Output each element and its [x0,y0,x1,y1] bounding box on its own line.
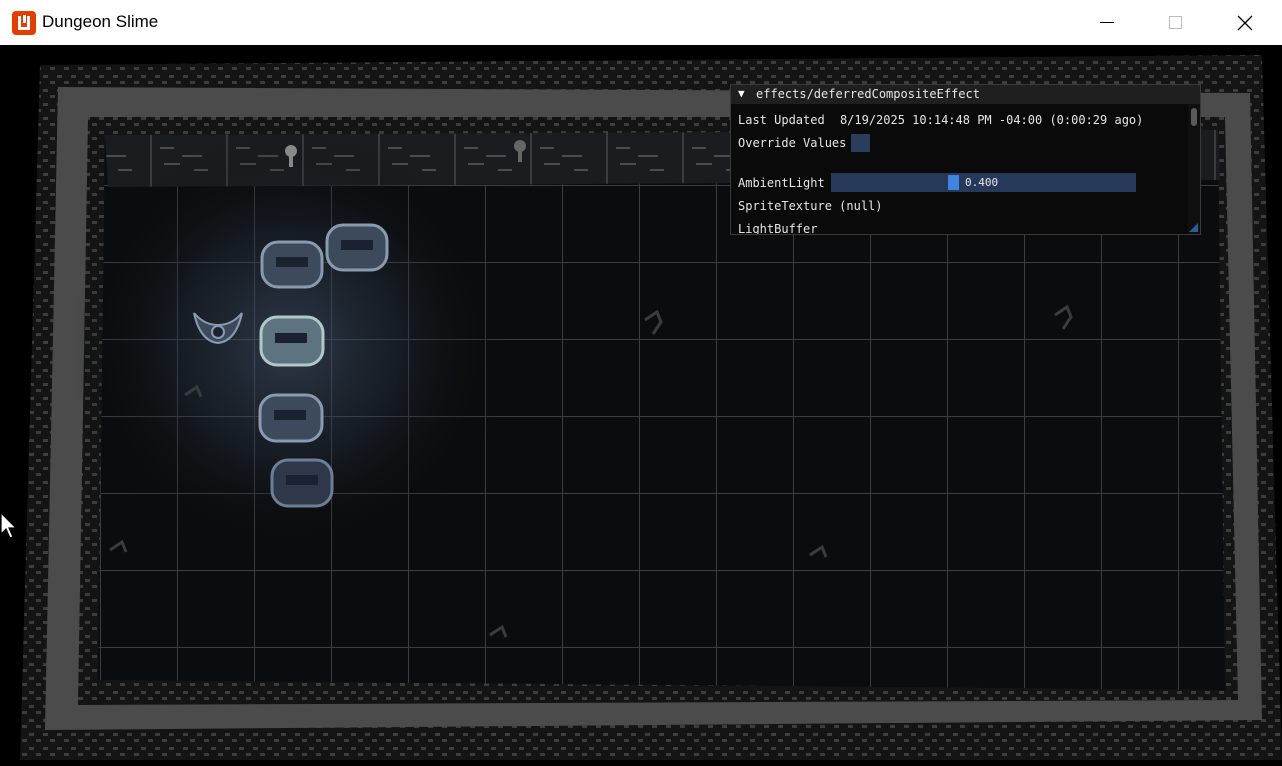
collapse-arrow-icon[interactable]: ▼ [738,87,745,100]
minimize-button[interactable] [1084,0,1130,45]
slider-grab-handle[interactable] [948,175,959,190]
slime-segment [258,393,324,443]
panel-header[interactable]: ▼ effects/deferredCompositeEffect [731,85,1200,104]
mouse-cursor-icon [0,512,18,539]
window-title: Dungeon Slime [42,12,159,31]
slime-segment [270,458,334,508]
maximize-button[interactable] [1152,0,1198,45]
scrollbar-thumb[interactable] [1191,108,1197,126]
panel-scrollbar[interactable] [1188,104,1200,234]
monogame-logo-icon [12,11,36,35]
close-button[interactable] [1222,0,1268,45]
resize-grip-icon[interactable] [1189,223,1198,232]
last-updated-label: Last Updated [738,113,825,127]
ambient-light-value: 0.400 [965,176,999,189]
light-buffer-label: LightBuffer [738,222,818,235]
minimize-icon [1100,22,1114,23]
override-values-label: Override Values [738,136,847,150]
override-values-checkbox[interactable] [851,134,870,152]
sprite-texture-label: SpriteTexture (null) [738,199,883,213]
slime-segment [259,315,325,367]
slime-segment [325,223,389,272]
effect-debug-panel[interactable]: ▼ effects/deferredCompositeEffect Last U… [730,84,1201,235]
close-icon [1237,15,1253,30]
title-bar: Dungeon Slime [0,0,1282,46]
ambient-light-slider[interactable]: 0.400 [831,173,1136,192]
maximize-icon [1168,16,1182,29]
last-updated-row: Last Updated 8/19/2025 10:14:48 PM -04:0… [738,113,1143,127]
last-updated-value: 8/19/2025 10:14:48 PM -04:00 (0:00:29 ag… [839,113,1144,127]
panel-title: effects/deferredCompositeEffect [756,87,980,101]
ambient-light-label: AmbientLight [738,176,825,190]
slime-segment [260,240,324,289]
